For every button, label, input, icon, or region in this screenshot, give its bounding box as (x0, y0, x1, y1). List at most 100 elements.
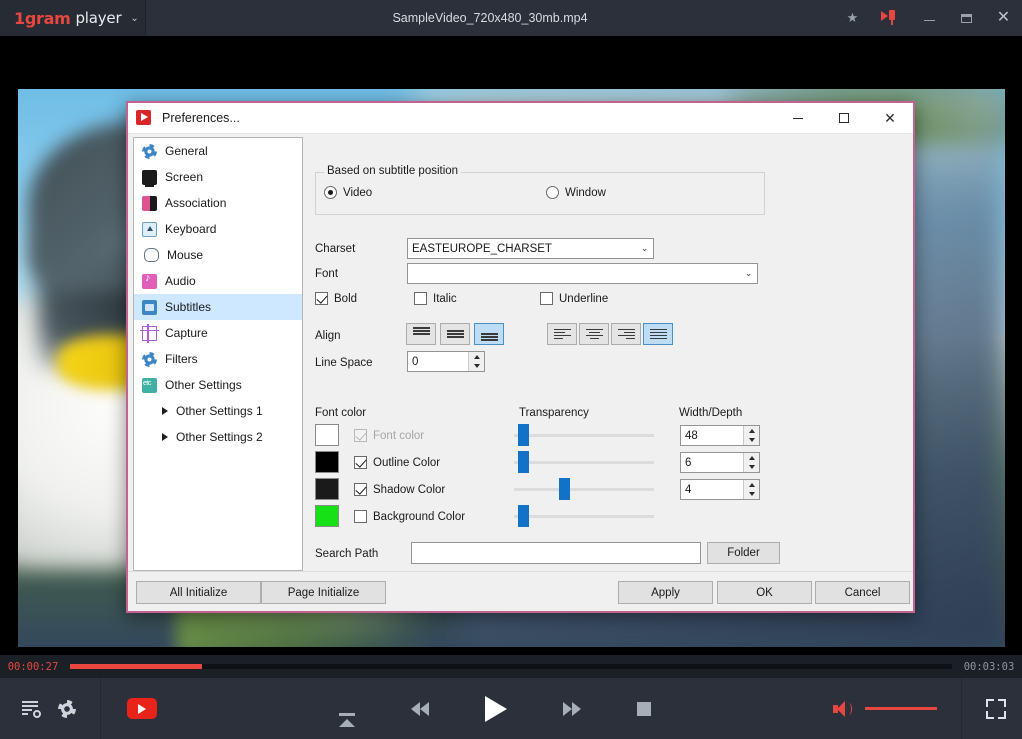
outline-color-checkbox[interactable]: Outline Color (354, 456, 440, 469)
dialog-minimize-button[interactable] (775, 103, 821, 134)
outline-transparency-slider[interactable] (514, 451, 654, 473)
settings-button[interactable] (58, 700, 76, 718)
spinner-down-button[interactable] (469, 362, 484, 372)
star-icon: ★ (847, 10, 859, 26)
sidebar-item-general[interactable]: General (134, 138, 302, 164)
radio-window[interactable]: Window (546, 186, 606, 199)
outline-color-swatch[interactable] (315, 451, 339, 473)
page-initialize-button[interactable]: Page Initialize (261, 581, 386, 604)
association-icon (142, 196, 157, 211)
minimize-button[interactable] (911, 0, 948, 36)
star-button[interactable]: ★ (834, 0, 871, 36)
dialog-maximize-button[interactable] (821, 103, 867, 134)
align-justify-button[interactable] (643, 323, 673, 345)
shadow-depth-spinner[interactable]: 4 (680, 479, 760, 500)
sidebar-item-filters[interactable]: Filters (134, 346, 302, 372)
outline-width-spinner[interactable]: 6 (680, 452, 760, 473)
font-color-swatch[interactable] (315, 424, 339, 446)
align-middle-button[interactable] (440, 323, 470, 345)
font-label: Font (315, 268, 338, 280)
checkbox-icon (540, 292, 553, 305)
audio-icon (142, 274, 157, 289)
volume-button[interactable] (833, 700, 855, 718)
volume-slider[interactable] (865, 707, 937, 710)
all-initialize-button[interactable]: All Initialize (136, 581, 261, 604)
bold-checkbox[interactable]: Bold (315, 292, 357, 305)
italic-checkbox[interactable]: Italic (414, 292, 457, 305)
ok-label: OK (756, 587, 773, 599)
brand-menu-button[interactable]: 1gram player ⌄ (0, 0, 146, 36)
spinner-up-button[interactable] (469, 352, 484, 362)
background-color-swatch[interactable] (315, 505, 339, 527)
spinner-up-button[interactable] (744, 453, 759, 463)
align-bottom-button[interactable] (474, 323, 504, 345)
slider-thumb[interactable] (518, 451, 529, 473)
close-button[interactable]: ✕ (985, 0, 1022, 36)
sidebar-item-keyboard[interactable]: Keyboard (134, 216, 302, 242)
ok-button[interactable]: OK (717, 581, 812, 604)
charset-combobox[interactable]: EASTEUROPE_CHARSET ⌄ (407, 238, 654, 259)
folder-button[interactable]: Folder (707, 542, 780, 564)
play-button[interactable] (485, 696, 507, 722)
dialog-titlebar[interactable]: Preferences... ✕ (128, 103, 913, 134)
spinner-down-button[interactable] (744, 463, 759, 473)
spinner-down-button[interactable] (744, 436, 759, 446)
spinner-buttons[interactable] (743, 480, 759, 499)
stop-button[interactable] (637, 702, 651, 716)
spinner-buttons[interactable] (743, 426, 759, 445)
restore-button[interactable] (948, 0, 985, 36)
sidebar-item-other-settings-1[interactable]: Other Settings 1 (134, 398, 302, 424)
rewind-button[interactable] (411, 702, 429, 716)
sidebar-item-mouse[interactable]: Mouse (134, 242, 302, 268)
cancel-button[interactable]: Cancel (815, 581, 910, 604)
eject-button[interactable] (339, 702, 355, 716)
dialog-close-button[interactable]: ✕ (867, 103, 913, 134)
search-path-input[interactable] (411, 542, 701, 564)
font-color-transparency-slider[interactable] (514, 424, 654, 446)
sidebar-item-subtitles[interactable]: Subtitles (134, 294, 302, 320)
align-center-button[interactable] (579, 323, 609, 345)
slider-thumb[interactable] (559, 478, 570, 500)
cancel-label: Cancel (845, 587, 881, 599)
triangle-up-icon (749, 429, 755, 433)
radio-video[interactable]: Video (324, 186, 546, 199)
spinner-up-button[interactable] (744, 480, 759, 490)
capture-icon (142, 326, 157, 341)
spinner-up-button[interactable] (744, 426, 759, 436)
sidebar-item-capture[interactable]: Capture (134, 320, 302, 346)
shadow-color-swatch[interactable] (315, 478, 339, 500)
font-combobox[interactable]: ⌄ (407, 263, 758, 284)
youtube-button[interactable] (127, 698, 157, 719)
align-left-button[interactable] (547, 323, 577, 345)
shadow-transparency-slider[interactable] (514, 478, 654, 500)
seek-bar[interactable]: 00:00:27 00:03:03 (0, 655, 1022, 678)
line-space-spinner[interactable]: 0 (407, 351, 485, 372)
font-width-spinner[interactable]: 48 (680, 425, 760, 446)
pin-button[interactable] (871, 0, 911, 36)
apply-button[interactable]: Apply (618, 581, 713, 604)
align-top-button[interactable] (406, 323, 436, 345)
spinner-buttons[interactable] (743, 453, 759, 472)
spinner-down-button[interactable] (744, 490, 759, 500)
preferences-sidebar[interactable]: General Screen Association Keyboard Mous… (133, 137, 303, 571)
sidebar-item-audio[interactable]: Audio (134, 268, 302, 294)
shadow-color-checkbox[interactable]: Shadow Color (354, 483, 445, 496)
align-right-button[interactable] (611, 323, 641, 345)
seek-track[interactable] (70, 664, 952, 669)
slider-track (514, 434, 654, 437)
background-color-checkbox[interactable]: Background Color (354, 510, 465, 523)
slider-thumb[interactable] (518, 505, 529, 527)
underline-checkbox[interactable]: Underline (540, 292, 608, 305)
sidebar-item-other-settings-2[interactable]: Other Settings 2 (134, 424, 302, 450)
chevron-down-icon[interactable]: ⌄ (130, 13, 138, 24)
fullscreen-button[interactable] (986, 699, 1006, 719)
font-color-checkbox[interactable]: Font color (354, 429, 424, 442)
playlist-button[interactable] (22, 700, 40, 717)
sidebar-item-association[interactable]: Association (134, 190, 302, 216)
sidebar-item-other-settings[interactable]: Other Settings (134, 372, 302, 398)
forward-button[interactable] (563, 702, 581, 716)
background-transparency-slider[interactable] (514, 505, 654, 527)
spinner-buttons[interactable] (468, 352, 484, 371)
slider-thumb[interactable] (518, 424, 529, 446)
sidebar-item-screen[interactable]: Screen (134, 164, 302, 190)
